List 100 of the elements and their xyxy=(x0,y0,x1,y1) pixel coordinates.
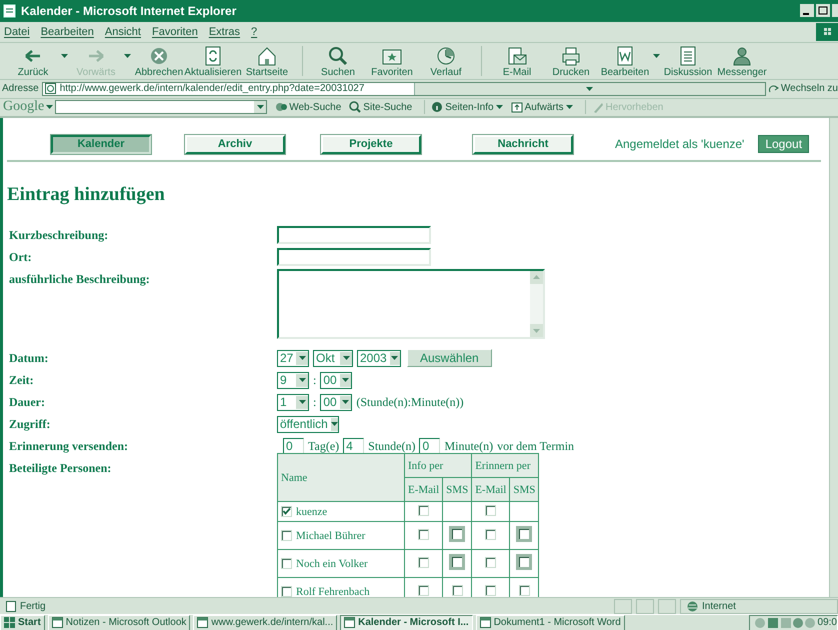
dropdown[interactable]: Okt xyxy=(313,350,353,367)
checkbox[interactable] xyxy=(281,586,292,598)
number-field[interactable]: 0 xyxy=(283,438,304,455)
checkbox[interactable] xyxy=(485,584,496,596)
field-label: Zugriff: xyxy=(8,416,52,434)
search-field[interactable] xyxy=(55,100,268,114)
caret-icon xyxy=(342,400,350,404)
reminder-suffix: vor dem Termin xyxy=(497,438,574,454)
toolbar-button[interactable]: Suchen xyxy=(311,42,365,78)
checkbox[interactable] xyxy=(485,528,496,540)
address-field[interactable]: http://www.gewerk.de/intern/kalender/edit_entry.php?date=20031027 xyxy=(42,82,766,96)
dropdown[interactable]: 00 xyxy=(320,394,352,411)
toolbar-button[interactable]: Aufwärts xyxy=(510,101,572,114)
checkbox[interactable] xyxy=(418,528,430,540)
page-heading: Eintrag hinzufügen xyxy=(7,184,166,206)
taskbar-button[interactable]: Notizen - Microsoft Outlook xyxy=(48,615,190,630)
page-icon xyxy=(3,4,17,18)
address-label: Adresse xyxy=(2,83,39,94)
logout-button[interactable]: Logout xyxy=(758,135,810,154)
window-icon xyxy=(197,617,208,628)
window-icon xyxy=(344,617,356,628)
toolbar-button[interactable]: Zurück xyxy=(6,42,60,78)
toolbar-button[interactable]: Aktualisieren xyxy=(186,42,240,78)
taskbar-button[interactable]: www.gewerk.de/intern/kal... xyxy=(193,615,338,630)
menu-item[interactable]: ? xyxy=(251,26,258,38)
toolbar-button[interactable]: Web-Suche xyxy=(275,101,342,114)
select-button[interactable]: Auswählen xyxy=(407,349,492,368)
binoculars-icon xyxy=(275,101,288,114)
status-text: Fertig xyxy=(20,600,46,612)
toolbar-button[interactable]: Abbrechen xyxy=(132,42,186,78)
scrollbar[interactable] xyxy=(829,118,838,598)
dropdown[interactable]: 9 xyxy=(277,372,309,389)
number-field[interactable]: 0 xyxy=(419,438,440,455)
login-status: Angemeldet als 'kuenze' xyxy=(615,137,744,152)
dropdown[interactable]: 00 xyxy=(320,372,352,389)
toolbar-button[interactable]: Messenger xyxy=(715,42,769,78)
caret-icon xyxy=(342,356,350,360)
column-header: Info per xyxy=(404,454,472,478)
caret-icon xyxy=(298,400,306,404)
dropdown[interactable]: öffentlich xyxy=(277,416,339,433)
menu-item[interactable]: Ansicht xyxy=(104,26,141,38)
checkbox[interactable] xyxy=(518,584,530,596)
nav-tab[interactable]: Nachricht xyxy=(473,134,573,154)
go-button[interactable]: Wechseln zu xyxy=(768,83,838,94)
page-icon xyxy=(44,83,56,94)
toolbar-button[interactable]: Bearbeiten xyxy=(598,42,652,78)
caret-icon xyxy=(46,105,54,110)
window-icon xyxy=(480,617,491,628)
caret-icon xyxy=(298,378,306,382)
checkbox[interactable] xyxy=(485,504,496,516)
toolbar-button[interactable]: Site-Suche xyxy=(349,101,412,114)
column-header: E-Mail xyxy=(404,478,443,502)
start-button[interactable]: Start xyxy=(0,615,45,630)
nav-tab[interactable]: Projekte xyxy=(321,134,421,154)
toolbar-button[interactable]: Favoriten xyxy=(365,42,419,78)
checkbox[interactable] xyxy=(452,584,463,596)
maximize-icon[interactable] xyxy=(816,4,830,18)
nav-tab[interactable]: Archiv xyxy=(185,134,285,154)
taskbar-button[interactable]: Dokument1 - Microsoft Word xyxy=(476,615,625,630)
checkbox[interactable] xyxy=(485,556,496,568)
field-label: ausführliche Beschreibung: xyxy=(8,271,151,288)
person-name: Michael Bührer xyxy=(296,530,366,542)
clock: 09:0 xyxy=(818,617,837,628)
toolbar-button[interactable]: Diskussion xyxy=(661,42,715,78)
nav-tab[interactable]: Kalender xyxy=(51,134,151,154)
checkbox[interactable] xyxy=(281,558,292,570)
checkbox[interactable] xyxy=(418,504,430,516)
checkbox[interactable] xyxy=(281,530,292,542)
number-field[interactable]: 4 xyxy=(343,438,364,455)
minimize-icon[interactable] xyxy=(800,4,814,18)
toolbar-button[interactable]: Seiten-Info xyxy=(431,101,503,114)
dropdown[interactable]: 2003 xyxy=(357,350,401,367)
text-field[interactable] xyxy=(277,248,431,266)
dropdown[interactable]: 1 xyxy=(277,394,309,411)
menu-item[interactable]: Favoriten xyxy=(152,26,198,38)
unit-label: Stunde(n) xyxy=(368,438,416,454)
google-logo[interactable]: Google xyxy=(3,99,54,116)
menu-item[interactable]: Extras xyxy=(208,26,240,38)
search-icon xyxy=(349,101,362,114)
field-label: Erinnerung versenden: xyxy=(8,438,130,456)
checkbox[interactable] xyxy=(418,584,430,596)
caret-icon xyxy=(586,86,594,91)
unit-hint: (Stunde(n):Minute(n)) xyxy=(356,394,464,410)
menu-item[interactable]: Datei xyxy=(4,26,30,38)
menu-item[interactable]: Bearbeiten xyxy=(40,26,94,38)
field-label: Datum: xyxy=(8,350,50,368)
dropdown[interactable]: 27 xyxy=(277,350,309,367)
time-separator: : xyxy=(313,394,316,410)
toolbar-button[interactable]: E-Mail xyxy=(490,42,544,78)
text-field[interactable] xyxy=(277,226,431,244)
checkbox[interactable] xyxy=(281,506,292,518)
taskbar-button[interactable]: Kalender - Microsoft I... xyxy=(340,615,473,630)
toolbar-button[interactable]: Drucken xyxy=(544,42,598,78)
toolbar-button[interactable]: Verlauf xyxy=(419,42,473,78)
window-title: Kalender - Microsoft Internet Explorer xyxy=(21,4,236,18)
person-icon xyxy=(731,44,753,67)
checkbox[interactable] xyxy=(418,556,430,568)
clock-icon xyxy=(435,44,457,67)
caret-icon xyxy=(256,105,264,110)
toolbar-button[interactable]: Startseite xyxy=(240,42,294,78)
